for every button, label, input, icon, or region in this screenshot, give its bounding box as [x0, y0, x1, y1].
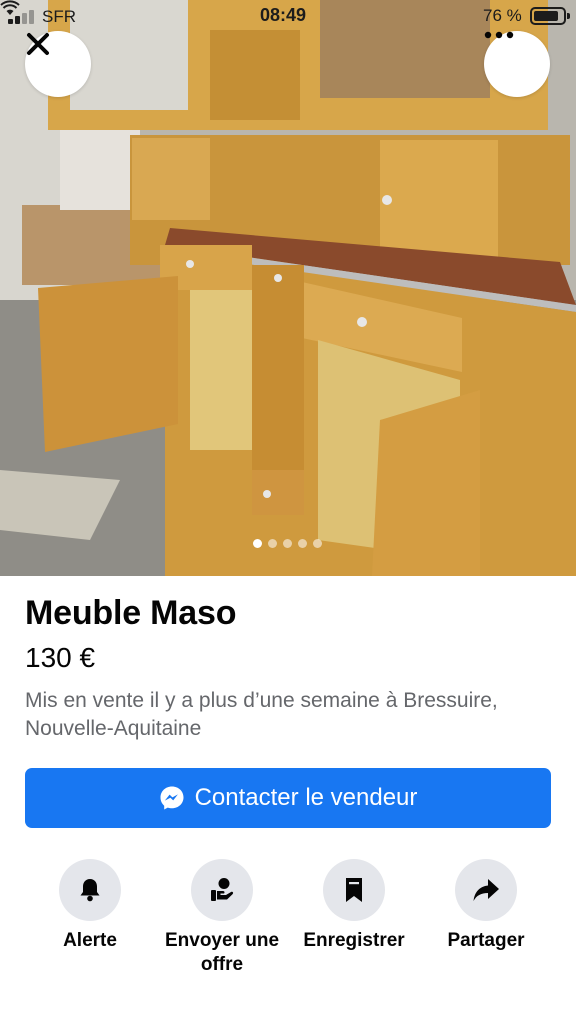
alert-label: Alerte: [63, 930, 117, 951]
share-arrow-icon: [473, 879, 499, 901]
share-button[interactable]: [455, 859, 517, 921]
more-options-button[interactable]: [484, 31, 550, 97]
listing-location: Mis en vente il y a plus d’une semaine à…: [25, 689, 498, 740]
battery-percent: 76 %: [483, 6, 522, 25]
send-offer-action[interactable]: Envoyer une offre: [152, 859, 292, 977]
save-button[interactable]: [323, 859, 385, 921]
listing-title: Meuble Maso: [25, 594, 237, 632]
action-row: Alerte Envoyer une offre Enregistrer Par…: [0, 859, 576, 989]
pager-dot[interactable]: [253, 539, 262, 548]
wifi-icon: [0, 0, 20, 15]
pager-dot[interactable]: [313, 539, 322, 548]
share-action[interactable]: Partager: [416, 859, 556, 953]
battery-icon: [530, 7, 570, 25]
battery-fill: [534, 11, 559, 21]
send-offer-button[interactable]: [191, 859, 253, 921]
pager-dot[interactable]: [268, 539, 277, 548]
pager-dot[interactable]: [283, 539, 292, 548]
listing-price: 130 €: [25, 642, 96, 673]
status-time: 08:49: [260, 5, 307, 25]
pager-dot[interactable]: [298, 539, 307, 548]
listing-photo[interactable]: SFR 08:49 76 %: [0, 0, 576, 576]
close-icon: [27, 33, 49, 55]
photo-pager[interactable]: [253, 539, 322, 548]
share-label: Partager: [447, 930, 525, 951]
close-button[interactable]: [25, 31, 91, 97]
offer-hand-icon: [211, 878, 234, 901]
carrier-name: SFR: [42, 7, 76, 26]
contact-seller-button[interactable]: Contacter le vendeur: [25, 768, 551, 828]
send-offer-label: Envoyer une offre: [164, 930, 280, 975]
contact-seller-label: Contacter le vendeur: [194, 784, 418, 811]
status-bar: SFR 08:49 76 %: [0, 0, 576, 34]
save-label: Enregistrer: [303, 930, 405, 951]
bell-icon: [80, 879, 100, 902]
save-action[interactable]: Enregistrer: [284, 859, 424, 953]
alert-button[interactable]: [59, 859, 121, 921]
alert-action[interactable]: Alerte: [20, 859, 160, 953]
messenger-icon: [160, 786, 184, 810]
furniture-photo: [0, 0, 576, 576]
bookmark-icon: [346, 878, 362, 902]
more-icon: [484, 31, 514, 39]
